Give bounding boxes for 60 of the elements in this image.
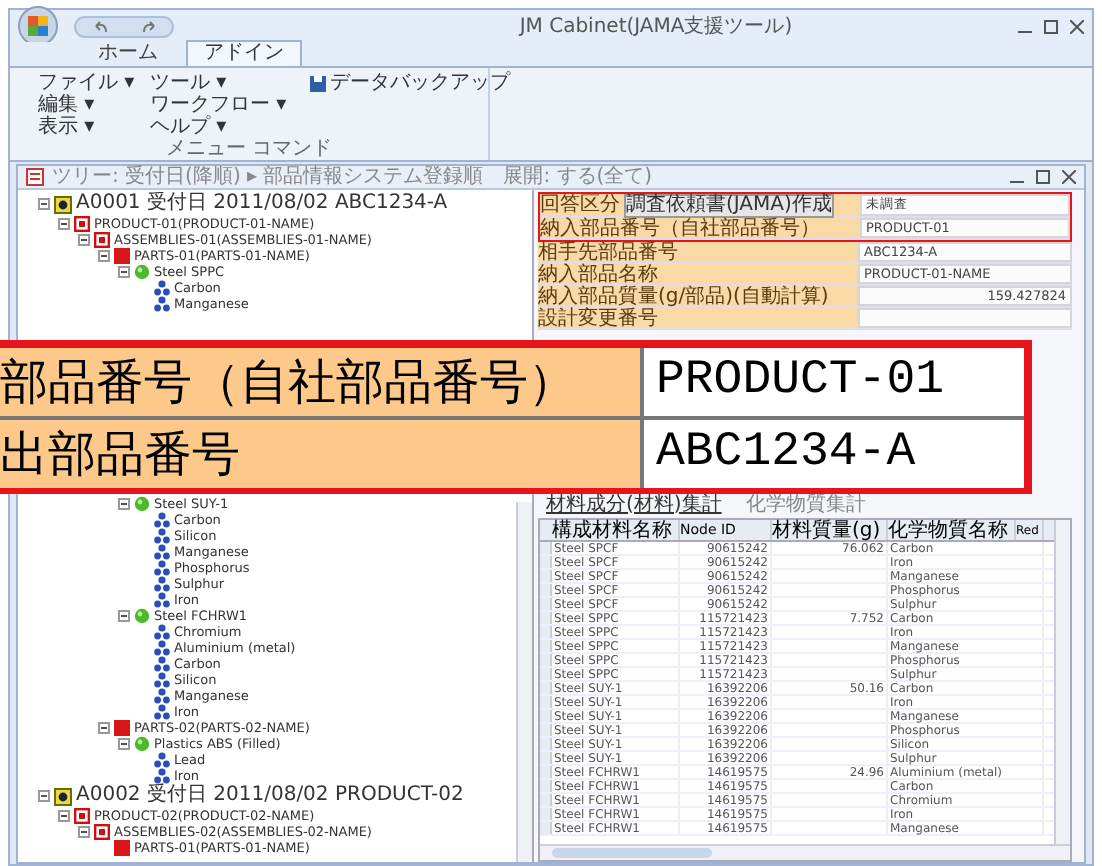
tree-item[interactable]: A0002 受付日 2011/08/02 PRODUCT-02 (76, 784, 464, 808)
square-icon (114, 248, 130, 264)
close-icon[interactable] (1062, 170, 1076, 184)
column-header[interactable]: 材料質量(g) (772, 520, 888, 540)
collapse-toggle[interactable] (118, 498, 130, 510)
column-header[interactable]: 構成材料名称 (552, 520, 680, 540)
box-icon (74, 216, 90, 232)
label-text: 納入部品名称 (538, 263, 658, 285)
tree-item[interactable]: A0001 受付日 2011/08/02 ABC1234-A (76, 192, 448, 216)
scrollbar[interactable] (1054, 520, 1070, 844)
ball-icon (134, 264, 150, 280)
square-icon (114, 840, 130, 856)
menu-button[interactable]: 編集 ▾ (38, 94, 150, 116)
label-text: 納入部品質量(g/部品)(自動計算) (538, 285, 829, 307)
create-button[interactable]: 調査依頼書(JAMA)作成 (624, 193, 834, 217)
close-icon[interactable] (1070, 19, 1084, 33)
label-text: 納入部品番号（自社部品番号） (540, 217, 820, 239)
ball-icon (134, 608, 150, 624)
redo-icon[interactable] (141, 19, 155, 33)
label-text: 相手先部品番号 (538, 241, 678, 263)
collapse-toggle[interactable] (118, 738, 130, 750)
ribbon-tab[interactable]: ホーム (82, 40, 174, 66)
value-field[interactable] (858, 308, 1072, 328)
group-label: メニュー コマンド (163, 138, 335, 160)
collapse-toggle[interactable] (98, 722, 110, 734)
collapse-toggle[interactable] (78, 234, 90, 246)
scrollbar[interactable] (516, 502, 532, 862)
menu-button[interactable]: ファイル ▾ (38, 72, 150, 94)
collapse-toggle[interactable] (98, 250, 110, 262)
collapse-toggle[interactable] (118, 610, 130, 622)
collapse-toggle[interactable] (58, 810, 70, 822)
ball-icon (134, 496, 150, 512)
box-icon (74, 808, 90, 824)
window-title: JM Cabinet(JAMA支援ツール) (516, 13, 795, 41)
maximize-icon[interactable] (1044, 19, 1058, 33)
menu-button[interactable]: ツール ▾ (150, 72, 310, 94)
document-title: ツリー: 受付日(降順) ▸ 部品情報システム登録順 展開: する(全て) (52, 166, 655, 188)
box-icon (94, 232, 110, 248)
collapse-toggle[interactable] (38, 198, 50, 210)
collapse-toggle[interactable] (38, 790, 50, 802)
collapse-toggle[interactable] (58, 218, 70, 230)
collapse-toggle[interactable] (118, 266, 130, 278)
undo-icon[interactable] (93, 19, 107, 33)
label-text: 回答区分 (540, 194, 620, 216)
square-icon (114, 720, 130, 736)
menu-button[interactable]: ヘルプ ▾ (150, 116, 310, 138)
menu-button[interactable]: データバックアップ (310, 72, 510, 94)
menu-button[interactable]: 表示 ▾ (38, 116, 150, 138)
box-icon (94, 824, 110, 840)
maximize-icon[interactable] (1036, 170, 1050, 184)
field-label: 部品番号（自社部品番号） (0, 348, 644, 416)
collapse-toggle[interactable] (78, 826, 90, 838)
horizontal-scrollbar[interactable] (540, 844, 1070, 860)
label-text: 設計変更番号 (538, 307, 658, 329)
grid-tab[interactable]: 材料成分(材料)集計 (546, 495, 722, 515)
menu-button[interactable]: ワークフロー ▾ (150, 94, 310, 116)
field-label: 出部品番号 (0, 420, 644, 488)
ball-icon (134, 736, 150, 752)
ribbon-tab[interactable]: アドイン (186, 40, 302, 66)
column-header[interactable]: 化学物質名称 (888, 520, 1016, 540)
